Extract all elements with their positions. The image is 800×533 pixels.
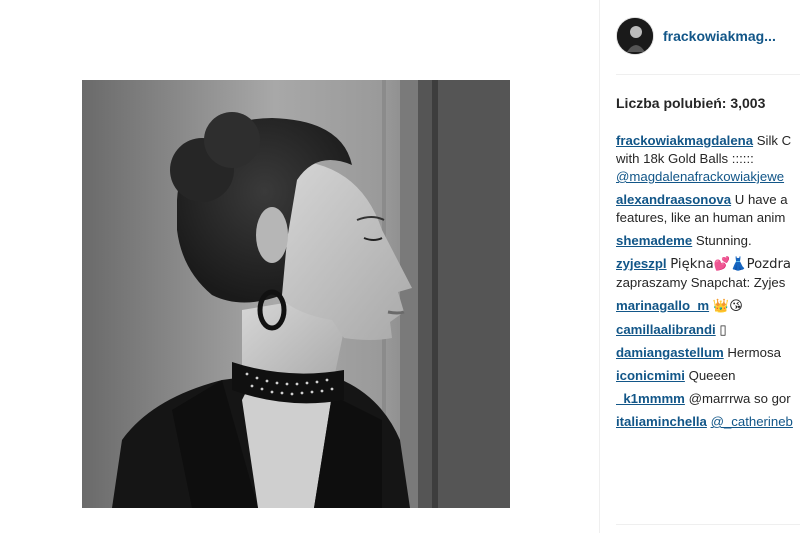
comment-text: features, like an human anim [616,210,786,225]
comment-text: Silk C [756,133,792,148]
list-item: camillaalibrandi ▯ [616,321,800,339]
comment-username[interactable]: alexandraasonova [616,192,731,207]
portrait-image [82,80,510,508]
comment-text: Queeen [688,368,736,383]
comment-username[interactable]: damiangastellum [616,345,724,360]
comments-list: frackowiakmagdalena Silk C with 18k Gold… [616,132,800,436]
post-header: frackowiakmag... [616,16,776,56]
avatar-image [617,18,653,54]
comments-divider [616,524,800,525]
list-item: alexandraasonova U have a features, like… [616,191,800,227]
list-item: zyjeszpl Piękna💕👗Pozdra zapraszamy Snapc… [616,255,800,292]
comment-username[interactable]: zyjeszpl [616,256,667,271]
likes-count: Liczba polubień: 3,003 [616,95,766,111]
comment-username[interactable]: frackowiakmagdalena [616,133,753,148]
comment-username[interactable]: italiaminchella [616,414,707,429]
comment-text: Hermosa [727,345,781,360]
list-item: shemademe Stunning. [616,232,800,250]
panel-divider [599,0,600,533]
comment-text: @marrrwa so gor [688,391,791,406]
list-item: damiangastellum Hermosa [616,344,800,362]
list-item: _k1mmmm @marrrwa so gor [616,390,800,408]
comment-text: ▯ [719,322,727,337]
post-photo[interactable] [82,80,510,508]
comment-text: zapraszamy Snapchat: Zyjes [616,275,786,290]
comment-username[interactable]: iconicmimi [616,368,685,383]
header-divider [616,74,800,75]
avatar[interactable] [616,17,654,55]
list-item: italiaminchella @_catherineb [616,413,800,431]
comment-mention-link[interactable]: @_catherineb [711,414,793,429]
comment-mention-link[interactable]: @magdalenafrackowiakjewe [616,169,784,184]
comment-text: Stunning. [695,233,752,248]
comment-text: Piękna💕👗Pozdra [670,257,791,272]
header-username-link[interactable]: frackowiakmag... [663,28,776,44]
comment-text: U have a [734,192,788,207]
list-item: iconicmimi Queeen [616,367,800,385]
comment-username[interactable]: _k1mmmm [616,391,685,406]
comment-username[interactable]: camillaalibrandi [616,322,716,337]
list-item: frackowiakmagdalena Silk C with 18k Gold… [616,132,800,186]
comment-text: 👑😘 [712,299,743,314]
comment-username[interactable]: marinagallo_m [616,298,709,313]
comment-text: with 18k Gold Balls :::::: [616,151,754,166]
list-item: marinagallo_m 👑😘 [616,297,800,316]
comment-username[interactable]: shemademe [616,233,692,248]
